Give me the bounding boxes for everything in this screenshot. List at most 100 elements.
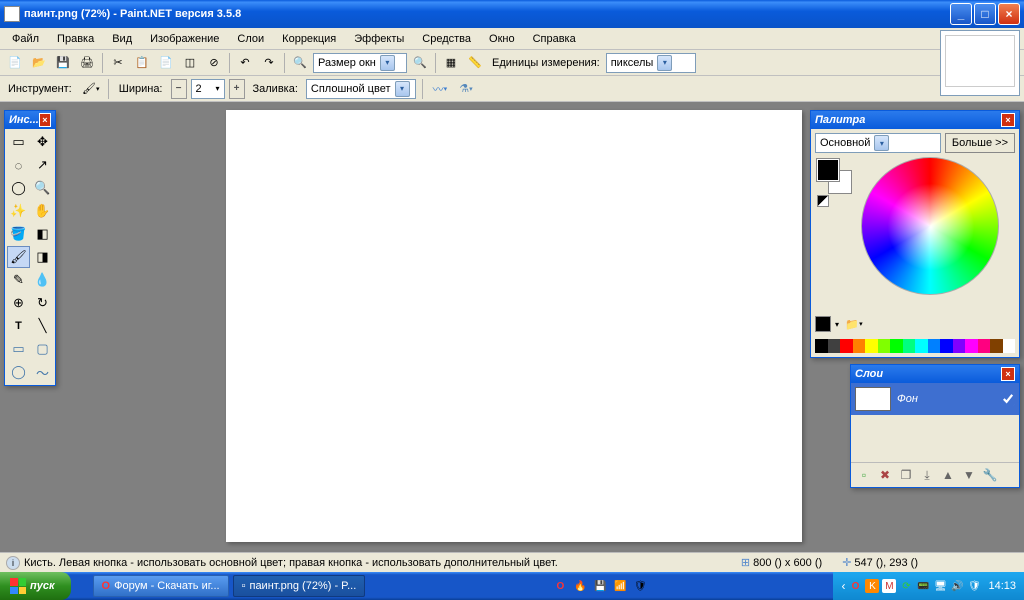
layer-properties-button[interactable]: 🔧 [981,466,999,484]
picker-tool[interactable]: 💧 [31,269,54,291]
tray-icon[interactable]: 🔥 [572,578,588,594]
menu-help[interactable]: Справка [525,31,584,47]
tray-icon[interactable]: 💾 [592,578,608,594]
minimize-button[interactable]: _ [950,3,972,25]
document-thumbnail[interactable] [940,30,1020,96]
cut-button[interactable]: ✂ [107,52,129,74]
tray-clock[interactable]: 14:13 [988,580,1016,592]
palette-window-close[interactable]: × [1001,113,1015,127]
menu-window[interactable]: Окно [481,31,523,47]
copy-button[interactable]: 📋 [131,52,153,74]
recolor-tool[interactable]: ↻ [31,292,54,314]
bucket-tool[interactable]: 🪣 [7,223,30,245]
palette-color[interactable] [1003,339,1016,353]
lasso-tool[interactable]: ◌ [7,154,30,176]
palette-color[interactable] [853,339,866,353]
zoom-in-button[interactable]: 🔍 [409,52,431,74]
save-button[interactable]: 💾 [52,52,74,74]
ellipse-tool[interactable]: ◯ [7,361,30,383]
fill-combo[interactable]: Сплошной цвет ▾ [306,79,416,99]
tray-icon[interactable]: O [848,579,862,593]
line-tool[interactable]: ╲ [31,315,54,337]
pencil-tool[interactable]: ✎ [7,269,30,291]
menu-view[interactable]: Вид [104,31,140,47]
move-selection-tool[interactable]: ↗ [31,154,54,176]
width-minus-button[interactable]: − [171,79,187,99]
layers-window-titlebar[interactable]: Слои × [851,365,1019,383]
color-type-combo[interactable]: Основной ▾ [815,133,941,153]
roundrect-tool[interactable]: ▢ [31,338,54,360]
undo-button[interactable]: ↶ [234,52,256,74]
palette-color[interactable] [965,339,978,353]
move-up-button[interactable]: ▲ [939,466,957,484]
delete-layer-button[interactable]: ✖ [876,466,894,484]
rulers-button[interactable]: 📏 [464,52,486,74]
rect-tool[interactable]: ▭ [7,338,30,360]
palette-color[interactable] [878,339,891,353]
width-plus-button[interactable]: + [229,79,245,99]
units-combo[interactable]: пикселы ▾ [606,53,696,73]
maximize-button[interactable]: □ [974,3,996,25]
palette-color[interactable] [940,339,953,353]
add-layer-button[interactable]: ▫ [855,466,873,484]
current-color-swatch[interactable] [815,316,831,332]
zoom-combo[interactable]: Размер окн ▾ [313,53,407,73]
tray-icon[interactable]: 🛡 [632,578,648,594]
paste-button[interactable]: 📄 [155,52,177,74]
menu-image[interactable]: Изображение [142,31,227,47]
tray-icon[interactable]: 🔊 [950,579,964,593]
palette-options-button[interactable]: 📁▾ [843,313,865,335]
canvas[interactable] [226,110,802,542]
width-input[interactable]: 2▾ [191,79,225,99]
wand-tool[interactable]: ✨ [7,200,30,222]
taskbar-item-paint[interactable]: ▫ паинт.png (72%) - P... [233,575,366,597]
blend-button[interactable]: ⚗▾ [455,78,477,100]
palette-color[interactable] [978,339,991,353]
print-button[interactable]: 🖨 [76,52,98,74]
clone-tool[interactable]: ⊕ [7,292,30,314]
freeform-tool[interactable]: 〜 [31,361,54,383]
close-button[interactable]: × [998,3,1020,25]
color-wheel[interactable] [861,157,999,295]
palette-color[interactable] [915,339,928,353]
current-tool-button[interactable]: 🖌▾ [80,78,102,100]
menu-file[interactable]: Файл [4,31,47,47]
tray-icon[interactable]: K [865,579,879,593]
tray-icon[interactable]: 📟 [916,579,930,593]
menu-effects[interactable]: Эффекты [346,31,412,47]
eraser-tool[interactable]: ◨ [31,246,54,268]
pan-tool[interactable]: ✋ [31,200,54,222]
zoom-out-button[interactable]: 🔍 [289,52,311,74]
palette-color[interactable] [865,339,878,353]
brush-tool[interactable]: 🖌 [7,246,30,268]
palette-color[interactable] [840,339,853,353]
tray-icon[interactable]: ⟳ [899,579,913,593]
palette-color[interactable] [928,339,941,353]
palette-color[interactable] [890,339,903,353]
more-button[interactable]: Больше >> [945,133,1015,153]
tray-icon[interactable]: 🛡 [967,579,981,593]
palette-color[interactable] [953,339,966,353]
color-palette-strip[interactable] [815,339,1015,353]
crop-button[interactable]: ◫ [179,52,201,74]
rect-select-tool[interactable]: ▭ [7,131,30,153]
start-button[interactable]: пуск [0,572,71,600]
tray-icon[interactable]: O [552,578,568,594]
palette-color[interactable] [990,339,1003,353]
palette-window-titlebar[interactable]: Палитра × [811,111,1019,129]
redo-button[interactable]: ↷ [258,52,280,74]
gradient-tool[interactable]: ◧ [31,223,54,245]
reset-colors-button[interactable] [817,195,829,207]
tray-icon[interactable]: 📶 [612,578,628,594]
palette-color[interactable] [828,339,841,353]
new-button[interactable]: 📄 [4,52,26,74]
menu-layers[interactable]: Слои [229,31,272,47]
tray-icon[interactable]: M [882,579,896,593]
palette-color[interactable] [815,339,828,353]
tools-window-titlebar[interactable]: Инс... × [5,111,55,129]
duplicate-layer-button[interactable]: ❐ [897,466,915,484]
tray-icon[interactable]: 🖥 [933,579,947,593]
grid-button[interactable]: ▦ [440,52,462,74]
menu-edit[interactable]: Правка [49,31,102,47]
ellipse-select-tool[interactable]: ◯ [7,177,30,199]
